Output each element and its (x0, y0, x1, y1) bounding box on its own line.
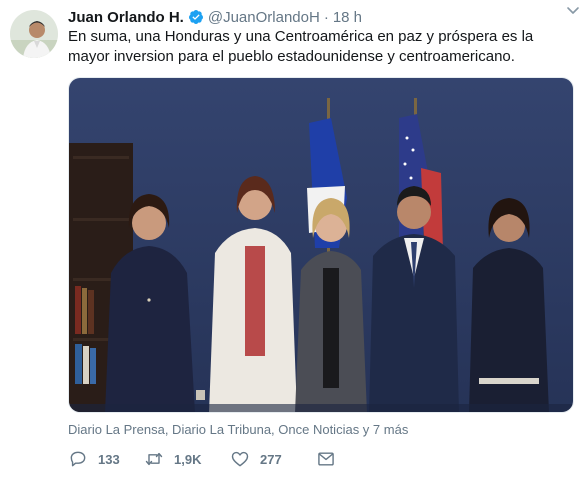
tweet[interactable]: Juan Orlando H. @JuanOrlandoH · 18 h En … (0, 0, 585, 482)
separator-dot: · (323, 8, 329, 26)
retweet-count: 1,9K (174, 451, 202, 467)
timestamp[interactable]: 18 h (333, 9, 362, 26)
reply-button[interactable]: 133 (68, 449, 144, 469)
chevron-down-icon[interactable] (565, 2, 581, 18)
retweet-button[interactable]: 1,9K (144, 449, 230, 469)
envelope-icon (318, 452, 334, 466)
display-name[interactable]: Juan Orlando H. (68, 9, 184, 26)
tweet-header: Juan Orlando H. @JuanOrlandoH · 18 h (68, 7, 575, 27)
tweet-actions: 133 1,9K 277 (68, 449, 346, 469)
tweet-text: En suma, una Honduras y una Centroaméric… (68, 28, 534, 65)
tweet-photo[interactable] (68, 77, 574, 413)
photo-tags[interactable]: Diario La Prensa, Diario La Tribuna, Onc… (68, 422, 408, 437)
direct-message-button[interactable] (316, 449, 346, 469)
verified-badge-icon (188, 9, 204, 25)
user-handle[interactable]: @JuanOrlandoH (208, 9, 320, 26)
reply-icon (70, 451, 86, 467)
retweet-icon (145, 452, 163, 466)
heart-icon (231, 451, 249, 467)
like-count: 277 (260, 451, 282, 467)
like-button[interactable]: 277 (230, 449, 316, 469)
reply-count: 133 (98, 451, 120, 467)
avatar[interactable] (10, 10, 58, 58)
